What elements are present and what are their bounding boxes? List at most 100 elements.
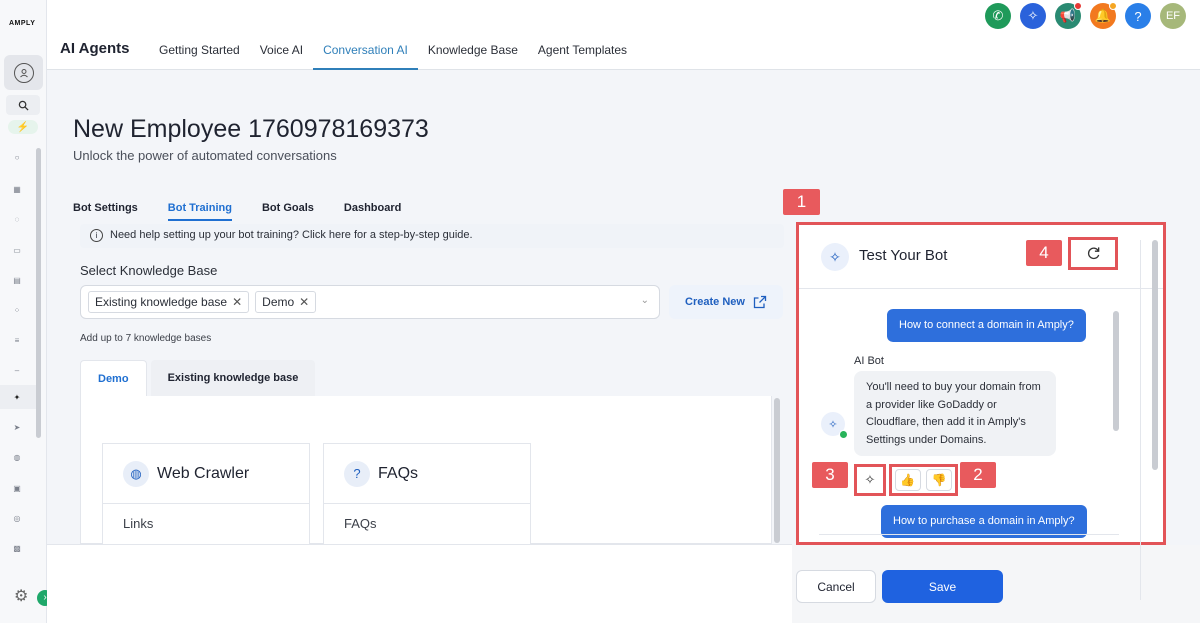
thumbs-up-button[interactable]: 👍 <box>894 469 921 491</box>
tab-knowledge-base[interactable]: Knowledge Base <box>418 43 528 70</box>
create-new-label: Create New <box>685 296 745 308</box>
tab-bot-training[interactable]: Bot Training <box>167 202 232 221</box>
sidebar-item-payments-icon[interactable]: ≡ <box>12 336 22 346</box>
annotation-badge-2: 2 <box>960 462 996 488</box>
remove-chip-icon[interactable]: ✕ <box>299 292 309 312</box>
info-icon: i <box>90 229 103 242</box>
ai-bot-avatar: ✧ <box>821 412 848 439</box>
app-title: AI Agents <box>60 40 130 57</box>
tab-getting-started[interactable]: Getting Started <box>149 43 250 70</box>
tab-voice-ai[interactable]: Voice AI <box>250 43 313 70</box>
bottom-area <box>47 544 792 623</box>
user-message: How to connect a domain in Amply? <box>887 309 1086 342</box>
user-avatar[interactable]: EF <box>1160 3 1186 29</box>
knowledge-base-select[interactable]: Existing knowledge base ✕ Demo ✕ ⌄ <box>80 285 660 319</box>
chat-divider <box>819 534 1119 535</box>
sidebar-item-contacts-icon[interactable]: ▤ <box>12 276 22 286</box>
notification-dot <box>1109 2 1117 10</box>
ai-suggest-button[interactable]: ✧ <box>854 464 886 496</box>
tab-kb-demo[interactable]: Demo <box>80 360 147 396</box>
ai-message: You'll need to buy your domain from a pr… <box>854 371 1056 456</box>
quick-actions-button[interactable]: ⚡ <box>8 120 38 134</box>
sidebar-item-marketing-icon[interactable]: ➤ <box>12 423 22 433</box>
sidebar-item-automation-icon[interactable]: ◍ <box>12 453 22 463</box>
tab-bot-settings[interactable]: Bot Settings <box>73 202 138 221</box>
notifications-button[interactable]: 🔔 <box>1090 2 1117 29</box>
left-sidebar: AMPLY ⚡ ○ ▦ ◌ ▭ ▤ ⁘ ≡ – ✦ ➤ ◍ ▣ ◎ ▩ ⚙ › <box>0 0 53 623</box>
feedback-buttons: 👍 👎 <box>889 464 958 496</box>
profile-button[interactable] <box>4 55 43 90</box>
create-new-button[interactable]: Create New <box>669 285 783 319</box>
top-header: AI Agents Getting Started Voice AI Conve… <box>47 0 1200 70</box>
sparkle-icon: ✧ <box>828 418 838 431</box>
sidebar-item-conversations-icon[interactable]: ◌ <box>12 215 22 225</box>
sparkle-icon: ✧ <box>821 243 849 271</box>
phone-icon: ✆ <box>992 8 1004 23</box>
sidebar-item-ai-agents-icon[interactable]: ✦ <box>12 393 22 403</box>
top-navigation: Getting Started Voice AI Conversation AI… <box>149 43 637 70</box>
header-actions: ✆ ✧ 📢 🔔 ? EF <box>985 2 1186 29</box>
bot-subtabs: Bot Settings Bot Training Bot Goals Dash… <box>73 202 401 221</box>
announcements-button[interactable]: 📢 <box>1055 2 1082 29</box>
search-icon <box>18 100 29 111</box>
knowledge-base-label: Select Knowledge Base <box>80 263 218 278</box>
help-icon: ? <box>1134 8 1142 24</box>
user-initials: EF <box>1165 10 1181 22</box>
cancel-button[interactable]: Cancel <box>796 570 876 603</box>
search-button[interactable] <box>6 95 40 115</box>
sidebar-item-sites-icon[interactable]: ▣ <box>12 484 22 494</box>
annotation-badge-3: 3 <box>812 462 848 488</box>
thumbs-up-icon: 👍 <box>900 473 916 487</box>
knowledge-base-hint: Add up to 7 knowledge bases <box>80 333 212 344</box>
tab-kb-existing[interactable]: Existing knowledge base <box>150 360 316 396</box>
notification-dot <box>1074 2 1082 10</box>
kb-chip-label: Existing knowledge base <box>95 295 228 309</box>
kb-chip: Existing knowledge base ✕ <box>88 291 250 313</box>
card-title: FAQs <box>378 464 419 482</box>
globe-icon: ◍ <box>123 460 149 487</box>
panel-scrollbar[interactable] <box>774 398 780 543</box>
chat-scrollbar[interactable] <box>1113 311 1119 431</box>
brand-logo: AMPLY <box>9 20 36 27</box>
save-button[interactable]: Save <box>882 570 1003 603</box>
help-button[interactable]: ? <box>1125 3 1151 29</box>
refresh-chat-button[interactable] <box>1068 237 1118 270</box>
test-bot-panel: ✧ Test Your Bot How to connect a domain … <box>796 222 1166 545</box>
kb-chip-label: Demo <box>262 295 295 309</box>
card-title: Web Crawler <box>157 464 250 482</box>
thumbs-down-button[interactable]: 👎 <box>926 469 953 491</box>
thumbs-down-icon: 👎 <box>931 473 947 487</box>
help-banner[interactable]: i Need help setting up your bot training… <box>80 224 784 248</box>
chevron-down-icon[interactable]: ⌄ <box>641 295 649 306</box>
sparkle-icon: ✧ <box>864 472 876 487</box>
tab-dashboard[interactable]: Dashboard <box>344 202 401 221</box>
knowledge-base-tabs: Demo Existing knowledge base <box>80 360 316 396</box>
sidebar-item-dashboard-icon[interactable]: ▦ <box>12 185 22 195</box>
help-banner-text: Need help setting up your bot training? … <box>110 229 473 241</box>
sidebar-item-opportunities-icon[interactable]: ⁘ <box>12 306 22 316</box>
sidebar-scrollbar[interactable] <box>36 148 41 438</box>
tab-bot-goals[interactable]: Bot Goals <box>262 202 314 221</box>
right-scrollbar[interactable] <box>1152 240 1158 470</box>
remove-chip-icon[interactable]: ✕ <box>232 292 242 312</box>
online-indicator <box>839 430 848 439</box>
sidebar-item-memberships-icon[interactable]: ◎ <box>12 514 22 524</box>
page-subtitle: Unlock the power of automated conversati… <box>73 148 337 163</box>
sidebar-item-calendar-icon[interactable]: ▭ <box>12 246 22 256</box>
annotation-badge-4: 4 <box>1026 240 1062 266</box>
settings-gear-icon[interactable]: ⚙ <box>14 588 32 606</box>
kb-chip: Demo ✕ <box>255 291 317 313</box>
page-title: New Employee 1760978169373 <box>73 115 429 143</box>
test-bot-title: Test Your Bot <box>859 247 948 264</box>
phone-button[interactable]: ✆ <box>985 3 1011 29</box>
tab-conversation-ai[interactable]: Conversation AI <box>313 43 418 70</box>
panel-divider <box>1140 240 1141 600</box>
sidebar-item-media-icon[interactable]: ▩ <box>12 544 22 554</box>
sidebar-item-divider-icon: – <box>14 366 20 375</box>
test-bot-header: ✧ Test Your Bot <box>799 225 1163 289</box>
tab-agent-templates[interactable]: Agent Templates <box>528 43 637 70</box>
bolt-icon: ⚡ <box>16 121 30 133</box>
ai-assistant-button[interactable]: ✧ <box>1020 3 1046 29</box>
card-body: FAQs <box>344 516 377 531</box>
sidebar-item-launchpad-icon[interactable]: ○ <box>12 153 22 163</box>
